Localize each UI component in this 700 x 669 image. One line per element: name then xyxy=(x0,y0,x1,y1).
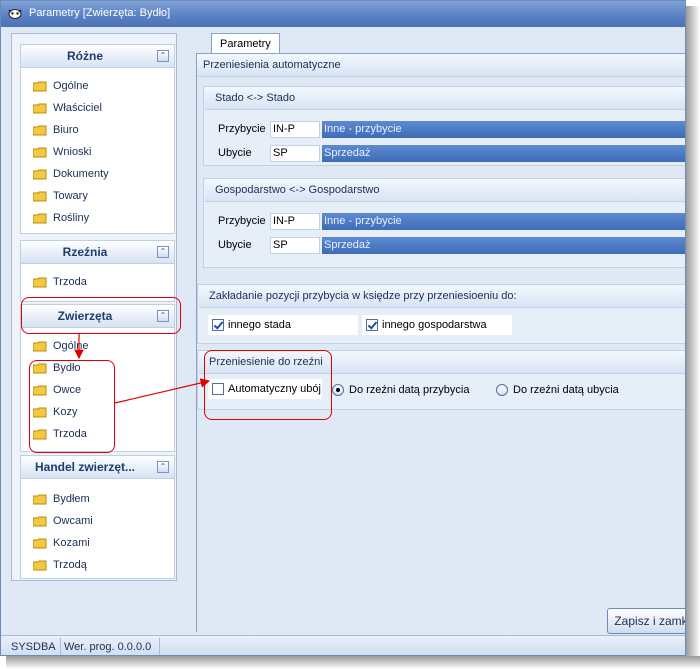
checkbox-checked-icon[interactable] xyxy=(366,319,378,331)
annotation-zwierzeta-highlight xyxy=(21,297,181,334)
status-user: SYSDBA xyxy=(11,641,56,653)
nav-item-towary[interactable]: Towary xyxy=(33,188,88,204)
folder-icon xyxy=(33,213,47,223)
innego-gospodarstwa-checkbox[interactable]: innego gospodarstwa xyxy=(362,315,512,335)
status-separator xyxy=(60,638,61,655)
status-bar: SYSDBA Wer. prog. 0.0.0.0 xyxy=(1,635,685,655)
collapse-icon[interactable]: ⌃ xyxy=(157,246,169,258)
parametry-window: Parametry [Zwierzęta: Bydło] Różne ⌃ Ogó… xyxy=(0,0,686,656)
tab-panel: Przeniesienia automatyczne Stado <-> Sta… xyxy=(196,53,685,634)
group-header-rozne[interactable]: Różne ⌃ xyxy=(20,44,175,68)
ubycie-label: Ubycie xyxy=(218,147,252,159)
section-header: Zakładanie pozycji przybycia w księdze p… xyxy=(199,285,685,308)
nav-item-biuro[interactable]: Biuro xyxy=(33,122,79,138)
radio-unselected-icon[interactable] xyxy=(496,384,508,396)
ubycie-desc-field[interactable]: Sprzedaż xyxy=(322,145,685,162)
collapse-icon[interactable]: ⌃ xyxy=(157,50,169,62)
tab-parametry[interactable]: Parametry xyxy=(211,33,280,53)
nav-item-ogolne[interactable]: Ogólne xyxy=(33,78,88,94)
group-header-rzeznia[interactable]: Rzeźnia ⌃ xyxy=(20,240,175,264)
ubycie-label: Ubycie xyxy=(218,239,252,251)
folder-icon xyxy=(33,494,47,504)
przybycie-desc-field[interactable]: Inne - przybycie xyxy=(322,213,685,230)
nav-item-kozami[interactable]: Kozami xyxy=(33,535,90,551)
group-label: Różne xyxy=(67,49,103,63)
nav-item-bydlem[interactable]: Bydłem xyxy=(33,491,90,507)
auto-transfer-section: Przeniesienia automatyczne Stado <-> Sta… xyxy=(197,54,685,278)
ubycie-code-field[interactable]: SP xyxy=(270,145,320,162)
folder-icon xyxy=(33,516,47,526)
przybycie-code-field[interactable]: IN-P xyxy=(270,213,320,230)
nav-item-trzoda[interactable]: Trzodą xyxy=(33,557,87,573)
przybycie-code-field[interactable]: IN-P xyxy=(270,121,320,138)
nav-item-rosliny[interactable]: Rośliny xyxy=(33,210,89,226)
folder-icon xyxy=(33,103,47,113)
content-area: Parametry Przeniesienia automatyczne Sta… xyxy=(189,33,685,634)
nav-item-ogolne[interactable]: Ogólne xyxy=(33,338,88,354)
nav-item-wnioski[interactable]: Wnioski xyxy=(33,144,92,160)
zakladanie-section: Zakładanie pozycji przybycia w księdze p… xyxy=(197,284,685,344)
annotation-animals-highlight xyxy=(29,360,115,453)
stado-frame: Stado <-> Stado Przybycie IN-P Inne - pr… xyxy=(203,86,685,166)
status-version: Wer. prog. 0.0.0.0 xyxy=(64,641,152,653)
radio-data-ubycia[interactable]: Do rzeźni datą ubycia xyxy=(496,382,619,398)
folder-icon xyxy=(33,191,47,201)
window-title: Parametry [Zwierzęta: Bydło] xyxy=(29,7,171,19)
gospodarstwo-frame: Gospodarstwo <-> Gospodarstwo Przybycie … xyxy=(203,178,685,268)
folder-icon xyxy=(33,125,47,135)
folder-icon xyxy=(33,147,47,157)
group-label: Rzeźnia xyxy=(62,245,108,259)
subsection-header: Stado <-> Stado xyxy=(205,87,685,110)
group-body-rozne: Ogólne Właściciel Biuro Wnioski Dokument… xyxy=(20,68,175,234)
subsection-header: Gospodarstwo <-> Gospodarstwo xyxy=(205,179,685,202)
radio-data-przybycia[interactable]: Do rzeźni datą przybycia xyxy=(332,382,469,398)
status-separator xyxy=(159,638,160,655)
section-header: Przeniesienia automatyczne xyxy=(197,54,685,77)
nav-item-wlasciciel[interactable]: Właściciel xyxy=(33,100,102,116)
collapse-icon[interactable]: ⌃ xyxy=(157,461,169,473)
folder-icon xyxy=(33,538,47,548)
nav-item-trzoda[interactable]: Trzoda xyxy=(33,274,87,290)
checkbox-checked-icon[interactable] xyxy=(212,319,224,331)
radio-selected-icon[interactable] xyxy=(332,384,344,396)
folder-icon xyxy=(33,277,47,287)
innego-stada-checkbox[interactable]: innego stada xyxy=(208,315,358,335)
folder-icon xyxy=(33,560,47,570)
title-bar[interactable]: Parametry [Zwierzęta: Bydło] xyxy=(1,1,685,27)
przybycie-desc-field[interactable]: Inne - przybycie xyxy=(322,121,685,138)
przybycie-label: Przybycie xyxy=(218,215,266,227)
ubycie-code-field[interactable]: SP xyxy=(270,237,320,254)
folder-icon xyxy=(33,169,47,179)
annotation-rzeznia-highlight xyxy=(204,350,332,420)
nav-item-dokumenty[interactable]: Dokumenty xyxy=(33,166,109,182)
przybycie-label: Przybycie xyxy=(218,123,266,135)
folder-icon xyxy=(33,341,47,351)
cow-app-icon xyxy=(8,9,22,19)
folder-icon xyxy=(33,81,47,91)
group-body-handel: Bydłem Owcami Kozami Trzodą xyxy=(20,479,175,579)
save-close-button[interactable]: Zapisz i zamknij xyxy=(607,608,685,634)
group-header-handel[interactable]: Handel zwierzęt... ⌃ xyxy=(20,455,175,479)
ubycie-desc-field[interactable]: Sprzedaż xyxy=(322,237,685,254)
nav-item-owcami[interactable]: Owcami xyxy=(33,513,93,529)
group-label: Handel zwierzęt... xyxy=(34,460,136,474)
